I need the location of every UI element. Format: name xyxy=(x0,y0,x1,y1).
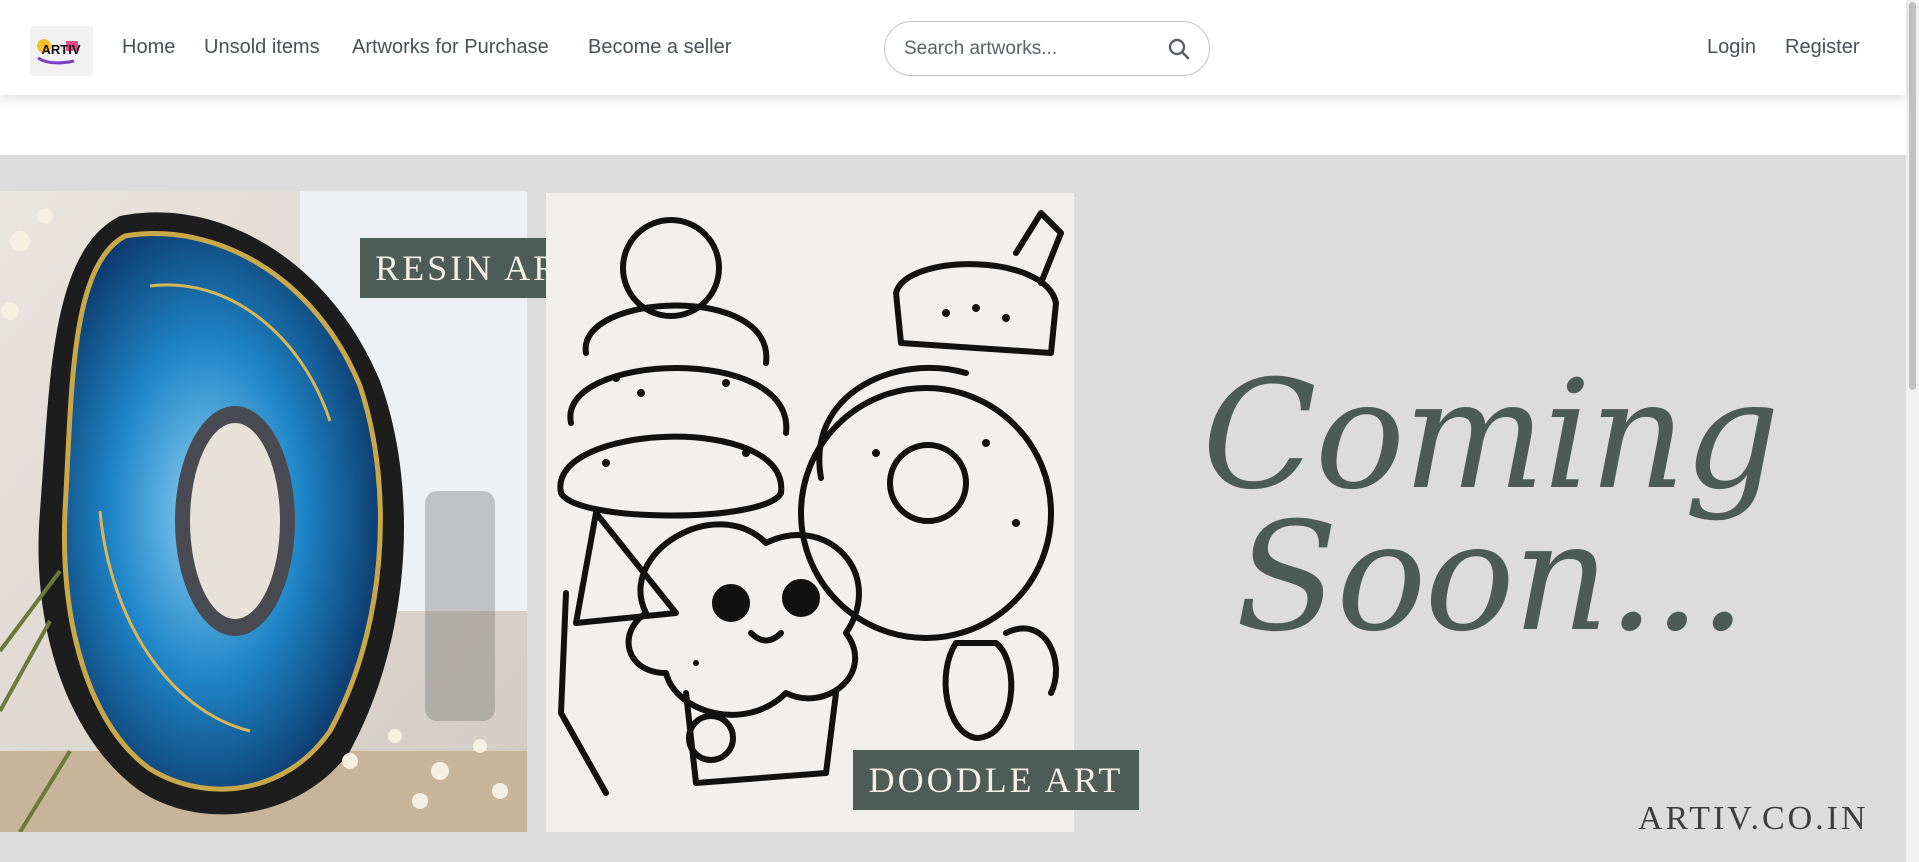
page-scrollbar[interactable] xyxy=(1906,0,1919,862)
nav-link-become-a-seller[interactable]: Become a seller xyxy=(588,36,731,59)
coming-soon-line2: Soon... xyxy=(1235,491,1746,665)
search-bar xyxy=(884,21,1210,76)
login-link[interactable]: Login xyxy=(1707,36,1756,59)
scrollbar-thumb[interactable] xyxy=(1909,2,1916,390)
doodle-art-image xyxy=(546,193,1074,832)
search-icon[interactable] xyxy=(1167,37,1191,61)
site-logo[interactable]: ARTIV xyxy=(30,26,93,76)
nav-link-unsold-items[interactable]: Unsold items xyxy=(204,36,320,59)
top-navbar: ARTIV Home Unsold items Artworks for Pur… xyxy=(0,0,1906,95)
register-link[interactable]: Register xyxy=(1785,36,1859,59)
site-url-text: ARTIV.CO.IN xyxy=(1638,800,1869,837)
search-input[interactable] xyxy=(904,36,1154,62)
coming-soon-heading: Coming Soon... xyxy=(1180,349,1800,665)
coming-soon-line1: Coming xyxy=(1202,349,1780,523)
nav-link-home[interactable]: Home xyxy=(122,36,175,59)
nav-link-artworks-for-purchase[interactable]: Artworks for Purchase xyxy=(352,36,549,59)
artiv-logo-icon: ARTIV xyxy=(30,26,93,76)
doodle-art-label: DOODLE ART xyxy=(853,750,1139,810)
svg-text:ARTIV: ARTIV xyxy=(42,42,81,57)
hero-banner: RESIN ART DOODLE ART Coming Soon... ARTI… xyxy=(0,155,1906,862)
